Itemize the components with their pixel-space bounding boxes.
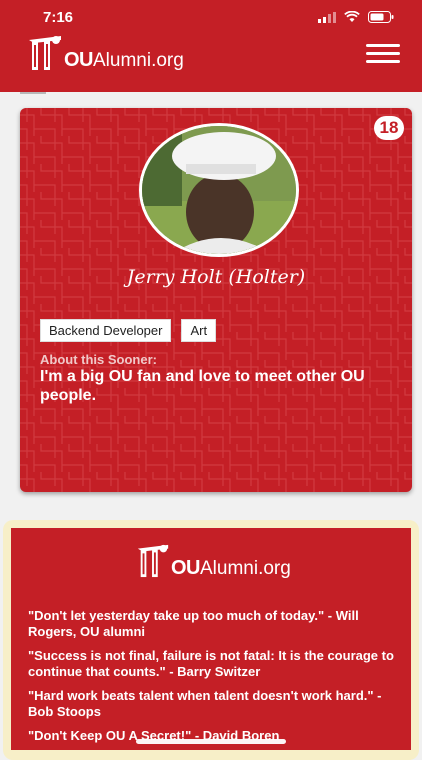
quote-card-logo: OU Alumni.org (135, 540, 291, 580)
member-name: Jerry Holt (Holter) (126, 266, 306, 288)
logo-text: Alumni.org (200, 558, 291, 579)
quote-item: "Success is not final, failure is not fa… (28, 648, 394, 679)
about-text: I'm a big OU fan and love to meet other … (40, 368, 365, 404)
wifi-icon (344, 11, 360, 22)
avatar-photo (142, 126, 296, 254)
signal-icon (318, 11, 336, 23)
logo-text-bold: OU (171, 557, 201, 579)
status-bar: 7:16 (0, 0, 422, 32)
quote-card: OU Alumni.org "Don't let yesterday take … (11, 528, 411, 750)
app-header: OU Alumni.org (0, 32, 422, 92)
tag-backend-developer[interactable]: Backend Developer (40, 319, 172, 342)
profile-card[interactable]: 18 Jerry Holt (Holter) Backend Developer… (20, 108, 412, 492)
tag-art[interactable]: Art (181, 319, 217, 342)
count-badge: 18 (374, 116, 404, 140)
about-label: About this Sooner: (40, 352, 157, 367)
tower-logo-icon (29, 36, 61, 70)
logo-text: Alumni.org (93, 50, 184, 71)
ou-alumni-logo[interactable]: OU Alumni.org (26, 32, 184, 72)
hamburger-menu-icon[interactable] (366, 44, 400, 64)
logo-text-bold: OU (64, 49, 94, 71)
status-time: 7:16 (43, 9, 74, 26)
quote-list: "Don't let yesterday take up too much of… (28, 608, 408, 752)
home-indicator[interactable] (136, 739, 286, 744)
quote-item: "Hard work beats talent when talent does… (28, 688, 382, 719)
scroll-indicator (20, 92, 46, 94)
status-icons (318, 11, 394, 23)
battery-icon (368, 11, 394, 23)
tag-list: Backend Developer Art (40, 319, 217, 342)
tower-logo-icon (137, 544, 169, 578)
profile-avatar (139, 123, 299, 257)
quote-item: "Don't let yesterday take up too much of… (28, 608, 359, 639)
